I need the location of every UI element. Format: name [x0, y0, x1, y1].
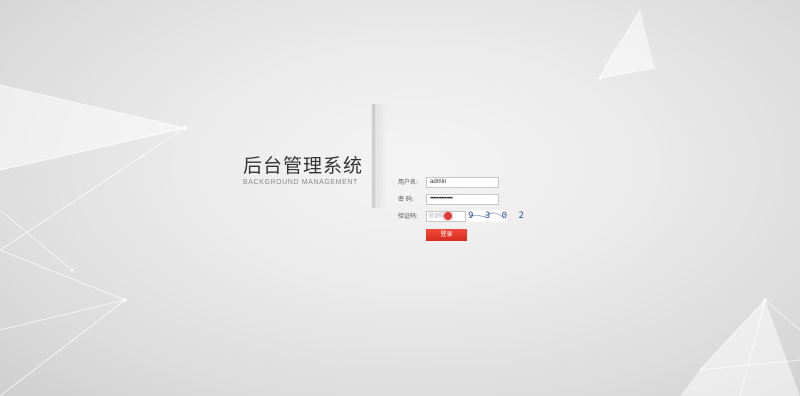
login-button[interactable]: 登录 — [426, 229, 467, 241]
username-label: 用户名: — [398, 179, 419, 186]
brand-block: 后台管理系统 BACKGROUND MANAGEMENT — [243, 154, 364, 186]
username-input[interactable]: admin — [426, 177, 499, 188]
captcha-image[interactable]: 9 3 0 2 — [466, 210, 524, 222]
captcha-label: 验证码: — [398, 213, 419, 220]
pointer-cursor-icon — [444, 212, 452, 220]
password-label: 密 码: — [398, 196, 414, 203]
password-input[interactable]: •••••••••••••• — [426, 194, 499, 205]
vertical-divider — [371, 104, 387, 208]
app-title: 后台管理系统 — [243, 155, 364, 177]
app-subtitle: BACKGROUND MANAGEMENT — [243, 179, 358, 186]
captcha-text: 9 3 0 2 — [468, 211, 527, 221]
